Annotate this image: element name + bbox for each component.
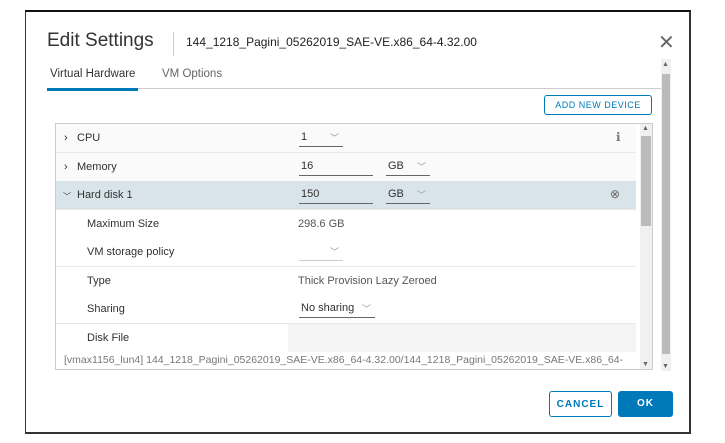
- chevron-down-icon: ﹀: [329, 133, 339, 143]
- storage-policy-select[interactable]: ﹀: [299, 243, 343, 261]
- type-value: Thick Provision Lazy Zeroed: [298, 275, 437, 287]
- disk-unit-select[interactable]: GB ﹀: [386, 186, 430, 204]
- dialog-scrollbar[interactable]: ▲ ▼: [661, 59, 671, 371]
- policy-label: VM storage policy: [87, 246, 175, 258]
- disk-size-input[interactable]: 150: [299, 186, 373, 204]
- add-new-device-button[interactable]: ADD NEW DEVICE: [544, 95, 652, 115]
- disk-label: Hard disk 1: [77, 189, 133, 201]
- dialog-title: Edit Settings: [47, 30, 154, 51]
- close-icon[interactable]: ✕: [658, 30, 675, 55]
- row-max-size: Maximum Size 298.6 GB: [56, 210, 636, 239]
- memory-label: Memory: [77, 161, 117, 173]
- disk-file-path: [vmax1156_lun4] 144_1218_Pagini_05262019…: [64, 354, 624, 366]
- type-label: Type: [87, 275, 111, 287]
- cpu-select[interactable]: 1 ﹀: [299, 129, 343, 147]
- edit-settings-dialog: Edit Settings 144_1218_Pagini_05262019_S…: [25, 10, 691, 434]
- row-sharing: Sharing No sharing ﹀: [56, 295, 636, 324]
- row-type: Type Thick Provision Lazy Zeroed: [56, 267, 636, 296]
- info-icon[interactable]: ℹ: [616, 130, 621, 144]
- disk-file-label: Disk File: [87, 332, 130, 344]
- chevron-down-icon: ﹀: [329, 247, 339, 257]
- tab-vm-options[interactable]: VM Options: [162, 68, 222, 80]
- title-divider: [173, 32, 174, 56]
- collapse-chevron-icon[interactable]: ﹀: [63, 191, 71, 202]
- cpu-label: CPU: [77, 132, 101, 144]
- row-disk-file: Disk File: [56, 324, 636, 352]
- max-size-value: 298.6 GB: [298, 218, 345, 230]
- hardware-grid: › CPU 1 ﹀ ℹ › Memory 16 GB ﹀ ﹀ Hard disk 1…: [55, 123, 653, 370]
- row-cpu[interactable]: › CPU 1 ﹀ ℹ: [56, 124, 636, 153]
- memory-unit-select[interactable]: GB ﹀: [386, 158, 430, 176]
- cancel-button[interactable]: CANCEL: [549, 391, 612, 417]
- vm-name: 144_1218_Pagini_05262019_SAE-VE.x86_64-4…: [186, 35, 477, 49]
- expand-chevron-icon[interactable]: ›: [64, 161, 68, 173]
- sharing-label: Sharing: [87, 303, 125, 315]
- chevron-down-icon: ﹀: [416, 162, 426, 172]
- grid-scrollbar[interactable]: ▲ ▼: [640, 124, 652, 369]
- row-memory[interactable]: › Memory 16 GB ﹀: [56, 153, 636, 182]
- ok-button[interactable]: OK: [618, 391, 673, 417]
- remove-device-icon[interactable]: ⊗: [610, 187, 620, 201]
- disk-file-area: [288, 324, 636, 352]
- chevron-down-icon: ﹀: [361, 304, 371, 314]
- max-size-label: Maximum Size: [87, 218, 160, 230]
- chevron-down-icon: ﹀: [416, 190, 426, 200]
- tab-virtual-hardware[interactable]: Virtual Hardware: [46, 68, 139, 91]
- row-storage-policy: VM storage policy ﹀: [56, 238, 636, 267]
- memory-input[interactable]: 16: [299, 158, 373, 176]
- tab-bar: Virtual Hardware VM Options: [46, 65, 663, 91]
- sharing-select[interactable]: No sharing ﹀: [299, 300, 375, 318]
- row-hard-disk[interactable]: ﹀ Hard disk 1 150 GB ﹀ ⊗: [56, 181, 636, 210]
- expand-chevron-icon[interactable]: ›: [64, 132, 68, 144]
